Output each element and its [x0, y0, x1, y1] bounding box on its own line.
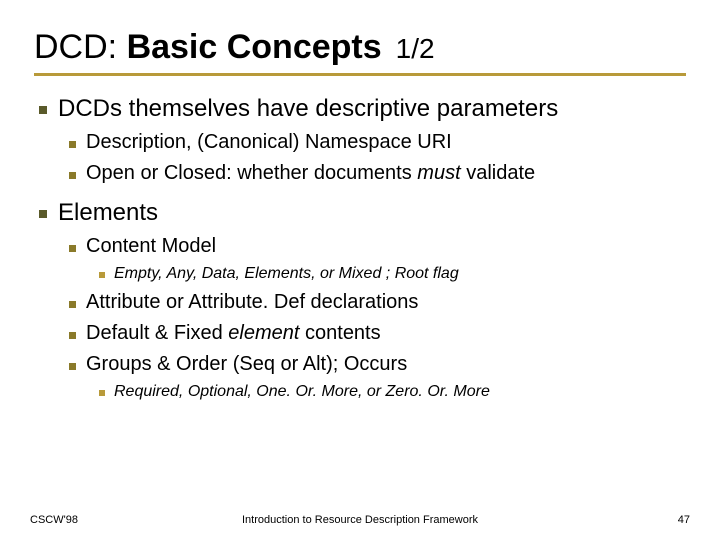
- bullet-text: Groups & Order (Seq or Alt); Occurs: [86, 352, 407, 377]
- square-bullet-icon: [68, 359, 76, 373]
- square-bullet-icon: [68, 137, 76, 151]
- title-text: DCD: Basic Concepts: [34, 28, 382, 67]
- square-bullet-icon: [68, 241, 76, 255]
- bullet-text-emph: element: [228, 322, 299, 344]
- bullet-text: Description, (Canonical) Namespace URI: [86, 130, 452, 155]
- title-underline: [34, 73, 686, 76]
- bullet-text: DCDs themselves have descriptive paramet…: [58, 94, 558, 124]
- slide: DCD: Basic Concepts 1/2 DCDs themselves …: [0, 0, 720, 402]
- bullet-text: Open or Closed: whether documents must v…: [86, 161, 535, 186]
- square-bullet-icon: [38, 206, 48, 222]
- title-main: Basic Concepts: [127, 28, 382, 66]
- bullet-text: Empty, Any, Data, Elements, or Mixed ; R…: [114, 264, 459, 284]
- bullet-text-part: Default & Fixed: [86, 322, 228, 344]
- bullet-text: Attribute or Attribute. Def declarations: [86, 290, 418, 315]
- bullet-text: Elements: [58, 198, 158, 228]
- list-item: Default & Fixed element contents: [68, 321, 686, 346]
- bullet-text-part: validate: [461, 162, 536, 184]
- bullet-text: Required, Optional, One. Or. More, or Ze…: [114, 382, 490, 402]
- bullet-text-emph: must: [417, 162, 460, 184]
- title-page-indicator: 1/2: [396, 33, 435, 65]
- content-body: DCDs themselves have descriptive paramet…: [34, 94, 686, 402]
- list-item: Groups & Order (Seq or Alt); Occurs: [68, 352, 686, 377]
- bullet-text: Content Model: [86, 234, 216, 259]
- list-item: Content Model: [68, 234, 686, 259]
- bullet-text-part: Open or Closed: whether documents: [86, 162, 417, 184]
- slide-footer: CSCW'98 Introduction to Resource Descrip…: [0, 514, 720, 526]
- square-bullet-icon: [98, 387, 105, 399]
- list-item: Open or Closed: whether documents must v…: [68, 161, 686, 186]
- list-item: Description, (Canonical) Namespace URI: [68, 130, 686, 155]
- square-bullet-icon: [98, 269, 105, 281]
- title-prefix: DCD:: [34, 28, 127, 66]
- square-bullet-icon: [68, 328, 76, 342]
- list-item: Attribute or Attribute. Def declarations: [68, 290, 686, 315]
- list-item: DCDs themselves have descriptive paramet…: [38, 94, 686, 124]
- square-bullet-icon: [38, 102, 48, 118]
- list-item: Required, Optional, One. Or. More, or Ze…: [98, 382, 686, 402]
- slide-title: DCD: Basic Concepts 1/2: [34, 28, 686, 67]
- bullet-text-part: contents: [299, 322, 380, 344]
- bullet-text: Default & Fixed element contents: [86, 321, 381, 346]
- list-item: Empty, Any, Data, Elements, or Mixed ; R…: [98, 264, 686, 284]
- footer-center: Introduction to Resource Description Fra…: [0, 514, 720, 526]
- list-item: Elements: [38, 198, 686, 228]
- square-bullet-icon: [68, 297, 76, 311]
- square-bullet-icon: [68, 168, 76, 182]
